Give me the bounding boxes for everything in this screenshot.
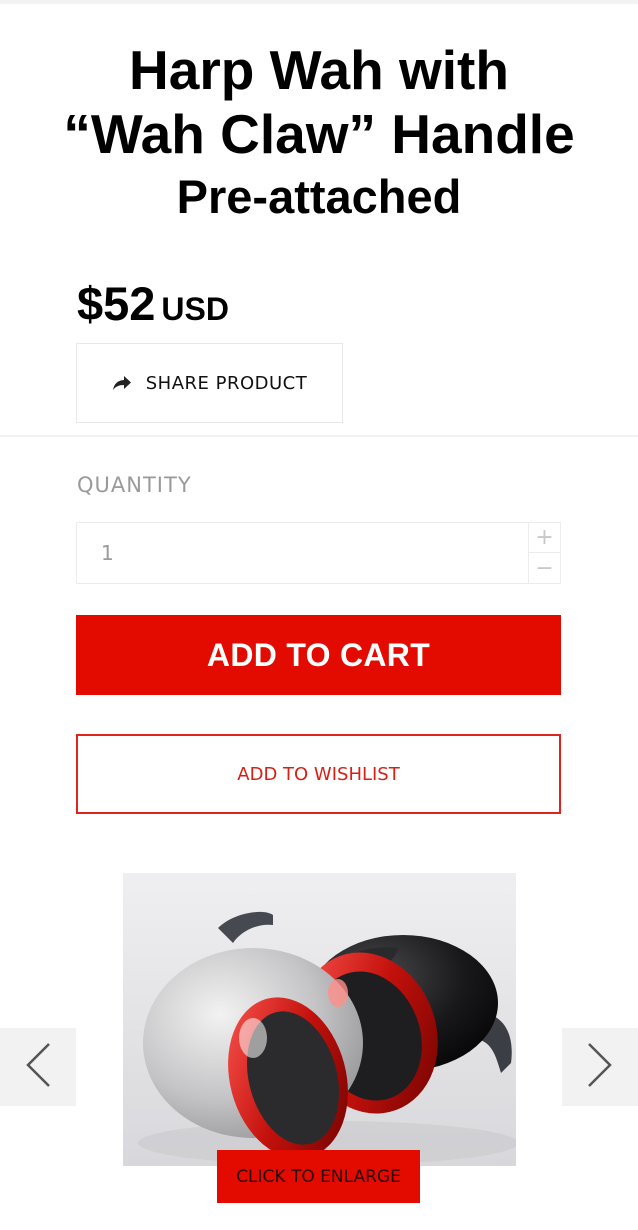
product-photo-illustration: [123, 873, 516, 1166]
product-price: $52 USD: [77, 276, 229, 331]
share-product-button[interactable]: SHARE PRODUCT: [76, 343, 343, 423]
quantity-input[interactable]: 1 + −: [76, 522, 561, 584]
click-to-enlarge-button[interactable]: CLICK TO ENLARGE: [217, 1150, 420, 1203]
price-currency: USD: [161, 291, 229, 327]
section-divider: [0, 435, 638, 437]
add-to-wishlist-button[interactable]: ADD TO WISHLIST: [76, 734, 561, 814]
product-title: Harp Wah with “Wah Claw” Handle Pre-atta…: [0, 38, 638, 228]
quantity-value[interactable]: 1: [101, 541, 114, 565]
quantity-stepper: + −: [528, 523, 560, 583]
gallery-next-button[interactable]: [562, 1028, 638, 1106]
share-product-label: SHARE PRODUCT: [145, 372, 308, 394]
top-divider: [0, 0, 638, 4]
price-amount: $52: [77, 277, 156, 330]
product-title-line-3: Pre-attached: [176, 170, 462, 223]
chevron-left-icon: [25, 1042, 51, 1093]
quantity-decrease-button[interactable]: −: [529, 553, 560, 583]
product-image[interactable]: [123, 873, 516, 1166]
chevron-right-icon: [587, 1042, 613, 1093]
product-title-line-2: “Wah Claw” Handle: [63, 103, 575, 165]
gallery-prev-button[interactable]: [0, 1028, 76, 1106]
product-title-line-1: Harp Wah with: [129, 39, 509, 101]
share-arrow-icon: [112, 375, 132, 391]
add-to-cart-button[interactable]: ADD TO CART: [76, 615, 561, 695]
quantity-label: QUANTITY: [77, 473, 192, 497]
quantity-increase-button[interactable]: +: [529, 523, 560, 553]
